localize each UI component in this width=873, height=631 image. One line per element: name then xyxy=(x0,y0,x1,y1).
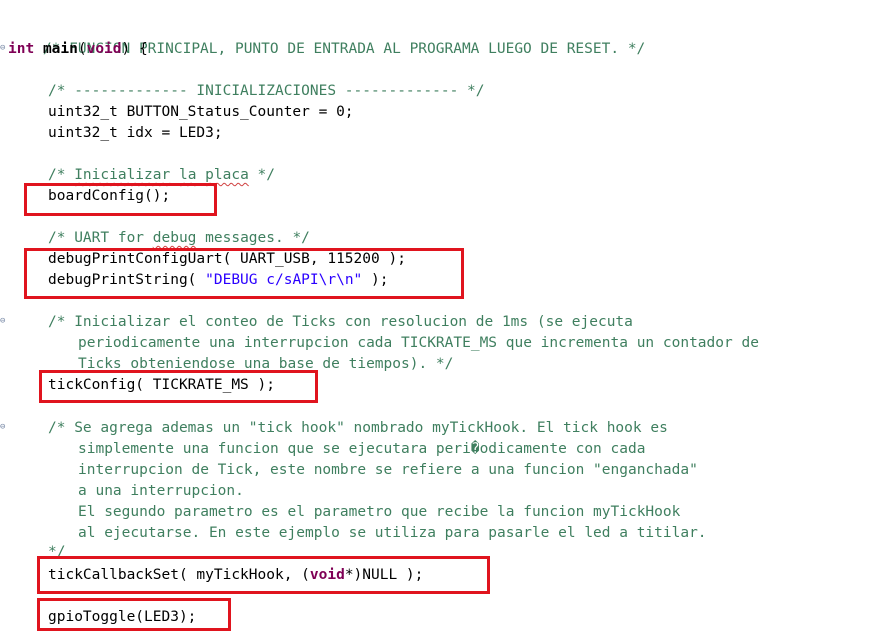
var-idx-text: uint32_t idx = LED3; xyxy=(48,125,223,141)
tick-comment-text: /* Inicializar el conteo de Ticks con re… xyxy=(48,314,633,330)
header-comment: /* FUNCION PRINCIPAL, PUNTO DE ENTRADA A… xyxy=(0,18,645,57)
highlight-box-board-config xyxy=(24,183,217,216)
main-close-brace: ) { xyxy=(121,41,148,57)
uart-comment-part: /* UART for xyxy=(48,230,153,246)
board-comment-part xyxy=(196,167,205,183)
board-comment-part xyxy=(170,167,179,183)
hook-comment-text: al ejecutarse. En este ejemplo se utiliz… xyxy=(78,525,707,541)
hook-comment-text: /* Se agrega ademas un "tick hook" nombr… xyxy=(48,420,668,436)
main-open-paren: ( xyxy=(77,41,87,57)
tick-comment-line: /* Inicializar el conteo de Ticks con re… xyxy=(0,312,633,333)
highlight-box-tick-config xyxy=(39,370,318,403)
void-keyword: void xyxy=(86,41,122,57)
var-button-counter: uint32_t BUTTON_Status_Counter = 0; xyxy=(0,102,354,123)
main-signature: int main(void) { xyxy=(0,39,148,60)
hook-comment-line: interrupcion de Tick, este nombre se ref… xyxy=(0,460,698,481)
var-idx: uint32_t idx = LED3; xyxy=(0,123,223,144)
hook-comment-text: simplemente una funcion que se ejecutara… xyxy=(78,441,646,457)
hook-comment-text: interrupcion de Tick, este nombre se ref… xyxy=(78,462,698,478)
main-function-name: main xyxy=(42,41,78,57)
var-button-counter-text: uint32_t BUTTON_Status_Counter = 0; xyxy=(48,104,354,120)
uart-comment-part: debug xyxy=(152,230,197,246)
hook-comment-text: El segundo parametro es el parametro que… xyxy=(78,504,681,520)
hook-comment-line: simplemente una funcion que se ejecutara… xyxy=(0,439,645,460)
hook-comment-line: a una interrupcion. xyxy=(0,481,244,502)
init-comment: /* ------------- INICIALIZACIONES ------… xyxy=(0,81,485,102)
uart-comment-part: messages. */ xyxy=(196,230,310,246)
hook-comment-line: El segundo parametro es el parametro que… xyxy=(0,502,680,523)
hook-comment-line: /* Se agrega ademas un "tick hook" nombr… xyxy=(0,418,668,439)
board-comment-part: */ xyxy=(248,167,276,183)
board-comment-part: /* xyxy=(48,167,75,183)
int-keyword: int xyxy=(8,41,35,57)
highlight-box-tick-callback xyxy=(37,556,490,594)
board-comment-part: Inicializar xyxy=(74,167,171,183)
uart-comment: /* UART for debug messages. */ xyxy=(0,228,310,249)
init-comment-text: /* ------------- INICIALIZACIONES ------… xyxy=(48,83,485,99)
tick-comment-text: periodicamente una interrupcion cada TIC… xyxy=(78,335,759,351)
board-comment-part: placa xyxy=(205,167,249,183)
code-editor[interactable]: /* FUNCION PRINCIPAL, PUNTO DE ENTRADA A… xyxy=(0,0,873,631)
board-comment-part: la xyxy=(178,167,197,183)
highlight-box-uart-debug xyxy=(24,248,464,299)
highlight-box-gpio-toggle xyxy=(37,598,231,631)
tick-comment-line: periodicamente una interrupcion cada TIC… xyxy=(0,333,759,354)
hook-comment-line: al ejecutarse. En este ejemplo se utiliz… xyxy=(0,523,707,544)
hook-comment-text: a una interrupcion. xyxy=(78,483,244,499)
